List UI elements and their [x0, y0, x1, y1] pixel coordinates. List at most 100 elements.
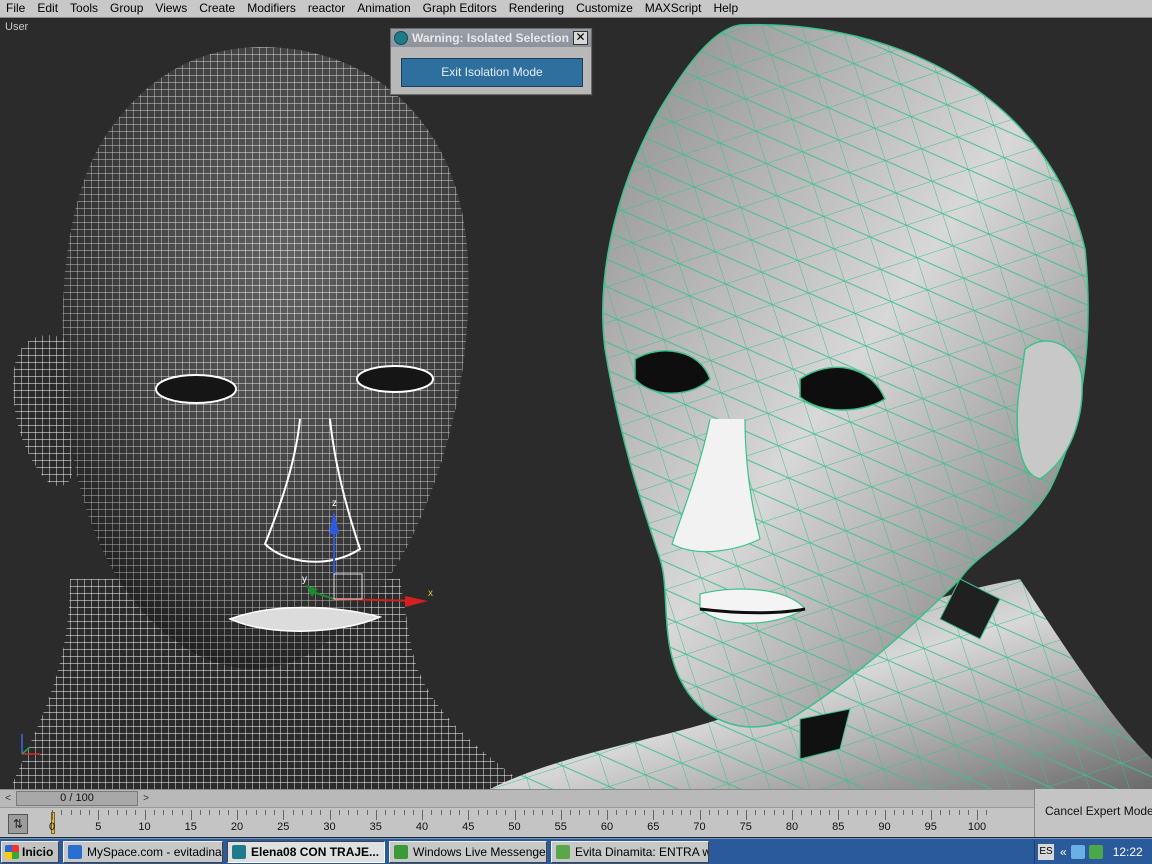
- frame-tick: [496, 810, 497, 815]
- windows-taskbar: Inicio MySpace.com - evitadina... Elena08…: [0, 838, 1152, 864]
- frame-tick: [227, 810, 229, 815]
- frame-tick: [736, 810, 738, 815]
- cancel-expert-mode-button[interactable]: Cancel Expert Mode: [1045, 804, 1152, 818]
- frame-tick: [856, 810, 858, 815]
- perspective-viewport[interactable]: User z x y Warning: Isolated Selection ✕…: [0, 19, 1152, 789]
- menu-bar: File Edit Tools Group Views Create Modifiers re…: [0, 0, 1152, 18]
- frame-tick: [671, 810, 673, 815]
- frame-tick: [348, 810, 349, 815]
- lowpoly-head-model[interactable]: [0, 19, 1152, 789]
- taskbar-button[interactable]: Windows Live Messenger: [389, 840, 547, 863]
- frame-tick: [70, 810, 72, 815]
- frame-tick-label: 75: [739, 821, 752, 833]
- frame-tick: [551, 810, 553, 815]
- menu-modifiers[interactable]: Modifiers: [241, 0, 302, 18]
- task-app-icon: [232, 844, 246, 859]
- menu-file[interactable]: File: [0, 0, 31, 18]
- frame-tick: [468, 810, 470, 820]
- frame-ruler[interactable]: 0 5 10 15 20 25 30 35 40 45 50 55 60 65 70 75 80 85 90 95 10…: [49, 808, 992, 838]
- frame-tick: [320, 810, 322, 815]
- taskbar-button[interactable]: Elena08 CON TRAJE...: [227, 840, 385, 863]
- dialog-titlebar[interactable]: Warning: Isolated Selection: [391, 29, 591, 47]
- frame-tick: [829, 810, 830, 815]
- frame-tick: [625, 810, 627, 815]
- frame-tick: [274, 810, 275, 815]
- taskbar-button-label: MySpace.com - evitadina...: [87, 844, 223, 859]
- task-app-icon: [68, 844, 82, 859]
- frame-tick: [357, 810, 359, 815]
- frame-tick-label: 15: [184, 821, 197, 833]
- frame-tick-label: 80: [785, 821, 799, 833]
- frame-tick: [237, 810, 238, 820]
- language-indicator[interactable]: ES: [1038, 844, 1054, 860]
- key-filter-icon[interactable]: ⇅: [8, 814, 28, 834]
- frame-tick: [403, 810, 405, 815]
- menu-create[interactable]: Create: [193, 0, 241, 18]
- frame-tick: [893, 810, 895, 815]
- frame-tick: [283, 810, 285, 820]
- frame-tick-label: 95: [924, 821, 937, 833]
- frame-tick-label: 100: [967, 821, 987, 833]
- frame-tick-label: 60: [600, 821, 614, 833]
- frame-tick: [264, 810, 266, 815]
- frame-tick: [579, 810, 581, 815]
- frame-tick: [153, 810, 155, 815]
- dialog-title: Warning: Isolated Selection: [412, 31, 569, 45]
- clock: 12:22: [1112, 845, 1143, 859]
- frame-tick-label: 20: [230, 821, 244, 833]
- windows-logo-icon: [5, 844, 19, 859]
- frame-tick: [866, 810, 867, 815]
- frame-tick: [940, 810, 941, 815]
- frame-tick: [79, 810, 81, 815]
- frame-tick: [107, 810, 109, 815]
- slider-prev-arrow-icon[interactable]: <: [2, 793, 14, 805]
- frame-tick: [699, 810, 701, 820]
- exit-isolation-mode-button[interactable]: Exit Isolation Mode: [401, 58, 583, 87]
- menu-edit[interactable]: Edit: [31, 0, 64, 18]
- frame-tick-label: 70: [693, 821, 706, 833]
- start-button[interactable]: Inicio: [1, 840, 59, 863]
- frame-tick: [394, 810, 396, 815]
- messenger-tray-icon[interactable]: [1088, 845, 1103, 859]
- frame-tick: [875, 810, 877, 815]
- max-app-icon: [394, 31, 408, 45]
- menu-customize[interactable]: Customize: [570, 0, 639, 18]
- time-slider-thumb[interactable]: 0 / 100: [16, 791, 138, 806]
- network-icon[interactable]: [1070, 845, 1085, 859]
- taskbar-button[interactable]: Evita Dinamita: ENTRA w...: [551, 840, 709, 863]
- menu-views[interactable]: Views: [149, 0, 193, 18]
- close-icon[interactable]: ✕: [573, 31, 588, 45]
- taskbar-button[interactable]: MySpace.com - evitadina...: [63, 840, 223, 863]
- frame-tick: [949, 810, 951, 815]
- frame-tick: [375, 810, 377, 820]
- frame-tick: [505, 810, 507, 815]
- frame-tick: [422, 810, 423, 820]
- frame-tick: [634, 810, 636, 815]
- frame-tick: [616, 810, 618, 815]
- menu-graph-editors[interactable]: Graph Editors: [417, 0, 503, 18]
- menu-tools[interactable]: Tools: [64, 0, 104, 18]
- time-slider[interactable]: < 0 / 100 >: [0, 789, 1034, 807]
- menu-group[interactable]: Group: [104, 0, 149, 18]
- slider-next-arrow-icon[interactable]: >: [140, 793, 152, 805]
- menu-maxscript[interactable]: MAXScript: [639, 0, 708, 18]
- taskbar-button-label: Elena08 CON TRAJE...: [251, 844, 380, 859]
- menu-animation[interactable]: Animation: [351, 0, 416, 18]
- frame-tick-label: 5: [95, 821, 102, 833]
- frame-tick: [126, 810, 127, 815]
- frame-tick-label: 40: [415, 821, 429, 833]
- system-tray: ES « 12:22: [1034, 840, 1152, 864]
- frame-tick: [884, 810, 886, 820]
- frame-tick-label: 30: [323, 821, 336, 833]
- frame-tick: [921, 810, 923, 815]
- frame-tick: [385, 810, 386, 815]
- track-bar[interactable]: ⇅ 0 5 10 15 20 25 30 35 40 45 50 55 60 65 70 75 80 85 90 95…: [0, 807, 1034, 837]
- menu-rendering[interactable]: Rendering: [503, 0, 570, 18]
- menu-help[interactable]: Help: [707, 0, 744, 18]
- frame-tick: [708, 810, 710, 815]
- frame-tick: [338, 810, 340, 815]
- frame-tick: [727, 810, 729, 815]
- frame-tick: [172, 810, 174, 815]
- menu-reactor[interactable]: reactor: [302, 0, 351, 18]
- show-hidden-icons-icon[interactable]: «: [1060, 845, 1067, 859]
